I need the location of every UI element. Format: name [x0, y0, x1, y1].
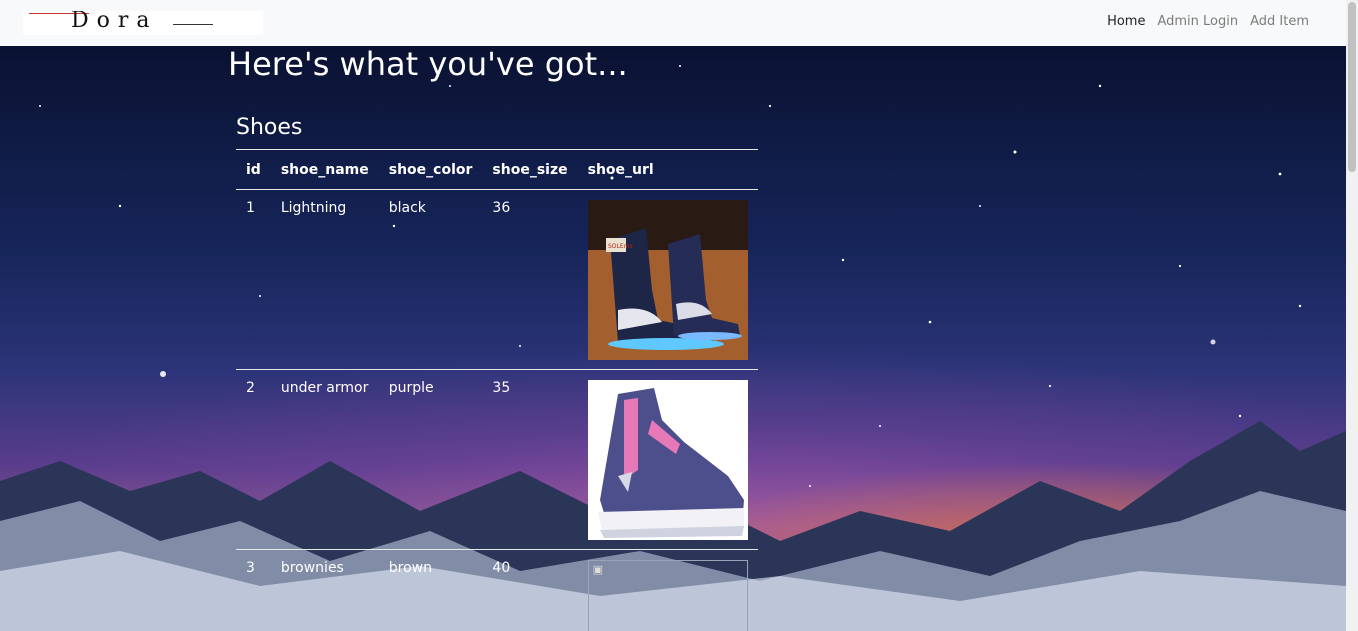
- page-scrollbar[interactable]: [1346, 0, 1358, 631]
- table-row: 1 Lightning black 36 SOLEms: [236, 189, 758, 370]
- column-header-shoe-url: shoe_url: [577, 149, 758, 190]
- cell-shoe-size: 35: [482, 369, 578, 550]
- cell-shoe-size: 36: [482, 189, 578, 370]
- table-header-row: id shoe_name shoe_color shoe_size shoe_u…: [236, 149, 758, 190]
- table-row: 2 under armor purple 35: [236, 369, 758, 550]
- broken-image-placeholder: ▣: [587, 560, 748, 631]
- column-header-id: id: [236, 149, 271, 190]
- cell-shoe-size: 40: [482, 549, 578, 631]
- cell-shoe-name: Lightning: [270, 189, 379, 370]
- cell-shoe-name: brownies: [270, 549, 379, 631]
- broken-image-icon: ▣: [592, 563, 604, 576]
- column-header-shoe-size: shoe_size: [482, 149, 578, 190]
- column-header-shoe-color: shoe_color: [378, 149, 483, 190]
- cell-shoe-url: SOLEms: [577, 189, 758, 370]
- svg-text:SOLEms: SOLEms: [608, 243, 633, 250]
- logo-underline: [173, 24, 213, 25]
- cell-id: 2: [236, 369, 271, 550]
- shoes-table: id shoe_name shoe_color shoe_size shoe_u…: [236, 149, 758, 631]
- scrollbar-thumb[interactable]: [1348, 2, 1356, 172]
- cell-id: 1: [236, 189, 271, 370]
- column-header-shoe-name: shoe_name: [270, 149, 379, 190]
- shoe-image-basketball-shoe: [587, 380, 748, 540]
- cell-shoe-color: black: [378, 189, 483, 370]
- cell-id: 3: [236, 549, 271, 631]
- nav-link-admin-login[interactable]: Admin Login: [1151, 14, 1244, 29]
- table-row: 3 brownies brown 40 ▣: [236, 549, 758, 631]
- nav-links: Home Admin Login Add Item: [1101, 14, 1315, 29]
- section-title: Shoes: [236, 115, 303, 140]
- nav-link-home[interactable]: Home: [1101, 14, 1151, 29]
- navbar: Dora Home Admin Login Add Item: [0, 0, 1346, 46]
- nav-link-add-item[interactable]: Add Item: [1244, 14, 1315, 29]
- cell-shoe-color: purple: [378, 369, 483, 550]
- shoe-image-led-sneaker: SOLEms: [587, 200, 748, 360]
- cell-shoe-color: brown: [378, 549, 483, 631]
- cell-shoe-url: [577, 369, 758, 550]
- brand-name: Dora: [71, 11, 158, 33]
- page-title: Here's what you've got...: [228, 45, 628, 83]
- brand-logo[interactable]: Dora: [23, 11, 263, 35]
- cell-shoe-url: ▣: [577, 549, 758, 631]
- cell-shoe-name: under armor: [270, 369, 379, 550]
